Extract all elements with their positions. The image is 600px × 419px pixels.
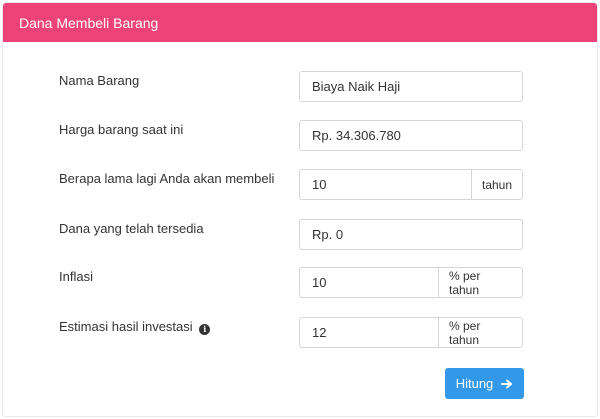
- dana-tersedia-input[interactable]: [300, 220, 522, 249]
- lama-membeli-unit: tahun: [471, 170, 522, 199]
- calculator-panel: Dana Membeli Barang Nama Barang Harga ba…: [2, 2, 598, 417]
- panel-header: Dana Membeli Barang: [3, 3, 597, 42]
- inflasi-field: % per tahun: [299, 267, 523, 298]
- estimasi-investasi-unit: % per tahun: [438, 318, 522, 347]
- inflasi-input[interactable]: [300, 268, 438, 297]
- hitung-button-label: Hitung: [455, 376, 494, 391]
- harga-barang-field: [299, 120, 523, 151]
- estimasi-investasi-label: Estimasi hasil investasi: [59, 319, 193, 334]
- nama-barang-input[interactable]: [300, 72, 522, 101]
- harga-barang-input[interactable]: [300, 121, 522, 150]
- lama-membeli-label: Berapa lama lagi Anda akan membeli: [59, 171, 275, 186]
- estimasi-investasi-field: % per tahun: [299, 317, 523, 348]
- panel-title: Dana Membeli Barang: [19, 14, 159, 31]
- nama-barang-field: [299, 71, 523, 102]
- estimasi-investasi-label-row: Estimasi hasil investasi i: [59, 319, 211, 335]
- nama-barang-label: Nama Barang: [59, 73, 140, 88]
- lama-membeli-input[interactable]: [300, 170, 471, 199]
- hitung-button[interactable]: Hitung: [445, 368, 524, 399]
- harga-barang-label: Harga barang saat ini: [59, 122, 184, 137]
- inflasi-label: Inflasi: [59, 269, 93, 284]
- inflasi-unit: % per tahun: [438, 268, 522, 297]
- lama-membeli-field: tahun: [299, 169, 523, 200]
- dana-tersedia-field: [299, 219, 523, 250]
- info-icon[interactable]: i: [199, 323, 211, 335]
- dana-tersedia-label: Dana yang telah tersedia: [59, 221, 204, 236]
- arrow-right-icon: [501, 379, 513, 388]
- estimasi-investasi-input[interactable]: [300, 318, 438, 347]
